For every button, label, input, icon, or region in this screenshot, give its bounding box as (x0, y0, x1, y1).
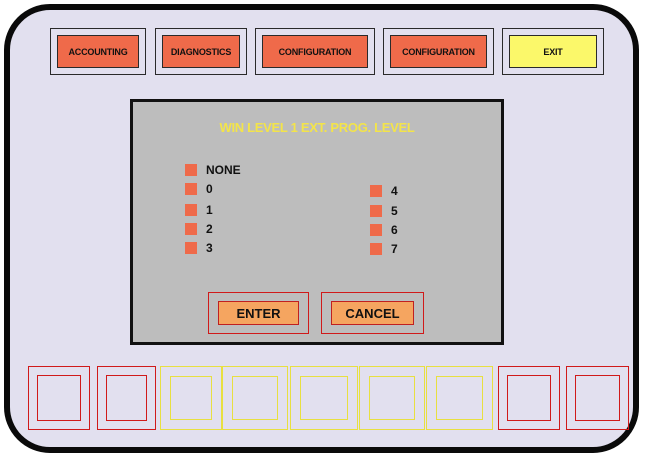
option-4[interactable]: 4 (370, 183, 398, 199)
soft-key-3[interactable] (160, 366, 222, 430)
option-checkbox[interactable] (185, 204, 197, 216)
soft-key-2[interactable] (97, 366, 156, 430)
option-checkbox[interactable] (185, 242, 197, 254)
option-checkbox[interactable] (370, 243, 382, 255)
option-checkbox[interactable] (185, 164, 197, 176)
soft-key-1[interactable] (28, 366, 90, 430)
diagnostics-button[interactable]: DIAGNOSTICS (155, 28, 247, 75)
soft-key-7[interactable] (426, 366, 493, 430)
option-none[interactable]: NONE (185, 162, 241, 178)
soft-key-5[interactable] (290, 366, 358, 430)
option-0[interactable]: 0 (185, 181, 213, 197)
option-checkbox[interactable] (370, 205, 382, 217)
win-level-dialog: WIN LEVEL 1 EXT. PROG. LEVEL NONE 0 1 2 … (130, 99, 504, 345)
option-1[interactable]: 1 (185, 202, 213, 218)
soft-key-4[interactable] (222, 366, 288, 430)
configuration-button-2[interactable]: CONFIGURATION (383, 28, 494, 75)
accounting-button[interactable]: ACCOUNTING (50, 28, 146, 75)
option-2[interactable]: 2 (185, 221, 213, 237)
configuration-button-1[interactable]: CONFIGURATION (255, 28, 375, 75)
option-7[interactable]: 7 (370, 241, 398, 257)
option-3[interactable]: 3 (185, 240, 213, 256)
soft-key-6[interactable] (359, 366, 425, 430)
soft-key-9[interactable] (566, 366, 629, 430)
option-6[interactable]: 6 (370, 222, 398, 238)
cancel-button[interactable]: CANCEL (321, 292, 424, 334)
soft-key-8[interactable] (498, 366, 560, 430)
option-checkbox[interactable] (370, 224, 382, 236)
option-5[interactable]: 5 (370, 203, 398, 219)
option-checkbox[interactable] (370, 185, 382, 197)
option-checkbox[interactable] (185, 183, 197, 195)
dialog-title: WIN LEVEL 1 EXT. PROG. LEVEL (219, 120, 415, 135)
enter-button[interactable]: ENTER (208, 292, 309, 334)
exit-button[interactable]: EXIT (502, 28, 604, 75)
option-checkbox[interactable] (185, 223, 197, 235)
